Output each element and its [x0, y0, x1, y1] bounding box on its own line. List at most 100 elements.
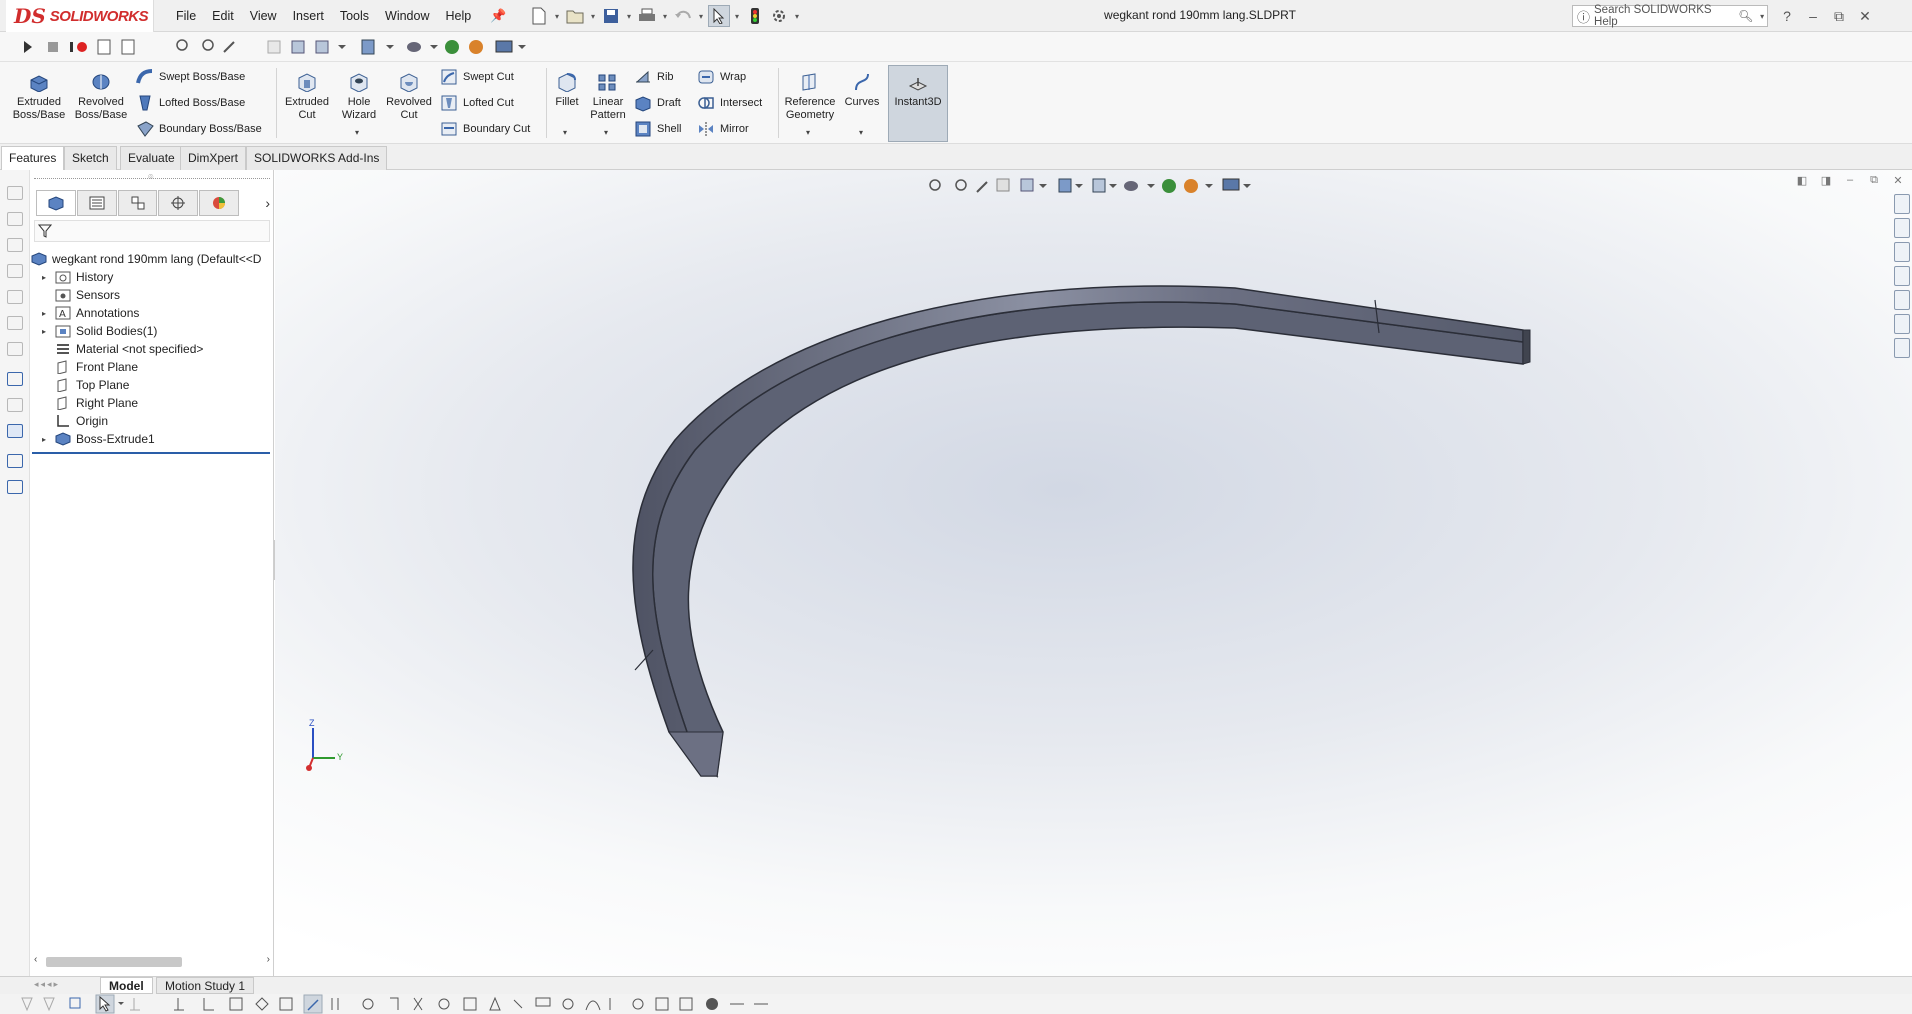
toolbar-icon[interactable]	[7, 316, 23, 330]
sketch-icon[interactable]	[7, 372, 23, 386]
toolbar-icon[interactable]	[535, 997, 551, 1007]
hide-show-items-icon[interactable]	[407, 42, 421, 52]
polygon-icon[interactable]	[255, 997, 269, 1011]
mirror-entities-icon[interactable]	[463, 997, 477, 1011]
chevron-down-icon[interactable]: ▾	[1757, 12, 1767, 21]
rectangle-icon[interactable]	[229, 997, 243, 1011]
feature-tree-scrollbar[interactable]: ‹ ›	[34, 954, 270, 970]
edit-appearance-icon[interactable]	[445, 40, 459, 54]
chevron-down-icon[interactable]: ▾	[696, 12, 706, 21]
toolbar-icon[interactable]	[489, 996, 501, 1011]
stop-macro-icon[interactable]	[48, 42, 58, 52]
toolbar-icon[interactable]	[706, 998, 718, 1010]
trim-icon[interactable]	[390, 997, 399, 1010]
toolbar-icon[interactable]	[632, 998, 644, 1010]
print-icon[interactable]	[636, 5, 658, 27]
graphics-area[interactable]: ◧ ◨ – ⧉ ✕ Z Y	[275, 170, 1912, 976]
expand-arrow-icon[interactable]: ▸	[38, 435, 50, 444]
help-button[interactable]: ?	[1778, 8, 1796, 24]
wrap-button[interactable]: Wrap	[697, 66, 746, 88]
menu-window[interactable]: Window	[377, 9, 437, 23]
options-gear-icon[interactable]	[768, 5, 790, 27]
chevron-down-icon[interactable]: ▾	[355, 128, 359, 137]
revolved-cut-button[interactable]: Revolved Cut	[380, 68, 438, 121]
chevron-down-icon[interactable]: ▾	[552, 12, 562, 21]
mirror-button[interactable]: Mirror	[697, 118, 749, 140]
featuremanager-tree-tab-icon[interactable]	[36, 190, 76, 216]
linear-pattern-button[interactable]: Linear Pattern	[578, 68, 638, 121]
expand-arrow-icon[interactable]: ▸	[38, 309, 50, 318]
boundary-cut-button[interactable]: Boundary Cut	[440, 118, 530, 140]
search-input[interactable]: Search SOLIDWORKS Help	[1594, 4, 1734, 28]
chevron-down-icon[interactable]: ▾	[624, 12, 634, 21]
menu-edit[interactable]: Edit	[204, 9, 242, 23]
new-macro-icon[interactable]	[97, 39, 111, 55]
record-macro-icon[interactable]	[77, 42, 87, 52]
intersect-button[interactable]: Intersect	[697, 92, 762, 114]
toolbar-icon[interactable]	[130, 998, 140, 1011]
propertymanager-tab-icon[interactable]	[76, 190, 117, 216]
restore-button[interactable]: ⧉	[1830, 8, 1848, 25]
boundary-boss-button[interactable]: Boundary Boss/Base	[136, 118, 262, 140]
rebuild-traffic-light-icon[interactable]	[744, 5, 766, 27]
tab-scroll-arrows-icon[interactable]: ◂◂◂▸	[34, 979, 60, 990]
chevron-down-icon[interactable]: ▾	[859, 128, 863, 137]
edit-macro-icon[interactable]	[121, 39, 135, 55]
rollback-bar[interactable]	[32, 452, 270, 454]
chevron-down-icon[interactable]: ▾	[604, 128, 608, 137]
toolbar-icon[interactable]	[7, 238, 23, 252]
tab-evaluate[interactable]: Evaluate	[120, 146, 183, 170]
previous-view-icon[interactable]	[223, 41, 235, 53]
save-icon[interactable]	[600, 5, 622, 27]
menu-view[interactable]: View	[242, 9, 285, 23]
scroll-right-icon[interactable]: ›	[267, 954, 270, 965]
swept-boss-button[interactable]: Swept Boss/Base	[136, 66, 245, 88]
close-button[interactable]: ✕	[1856, 8, 1874, 25]
display-icon[interactable]	[7, 424, 23, 438]
tab-features[interactable]: Features	[1, 146, 65, 170]
minimize-button[interactable]: –	[1804, 8, 1822, 24]
chevron-down-icon[interactable]: ▾	[792, 12, 802, 21]
tab-sketch[interactable]: Sketch	[64, 146, 117, 170]
toolbar-icon[interactable]	[655, 997, 669, 1011]
part-icon[interactable]	[7, 454, 23, 468]
chevron-right-icon[interactable]: ›	[240, 190, 270, 216]
draft-button[interactable]: Draft	[634, 92, 681, 114]
smart-dimension-icon[interactable]	[174, 998, 184, 1011]
pin-menu-icon[interactable]: 📌	[490, 8, 506, 23]
reference-geometry-button[interactable]: Reference Geometry	[780, 68, 840, 121]
toolbar-icon[interactable]	[69, 997, 81, 1009]
convert-entities-icon[interactable]	[413, 997, 423, 1011]
solidworks-logo[interactable]: DS SOLIDWORKS	[6, 0, 154, 32]
toolbar-icon[interactable]	[7, 398, 23, 412]
tab-motion-study-1[interactable]: Motion Study 1	[156, 977, 255, 994]
slot-icon[interactable]	[279, 997, 293, 1011]
menu-help[interactable]: Help	[438, 9, 480, 23]
scrollbar-thumb[interactable]	[46, 957, 182, 967]
toolbar-icon[interactable]	[43, 997, 55, 1012]
toolbar-icon[interactable]	[679, 997, 693, 1011]
dynamic-annotation-icon[interactable]	[291, 40, 305, 54]
dimxpertmanager-tab-icon[interactable]	[158, 190, 199, 216]
expand-arrow-icon[interactable]: ▸	[38, 273, 50, 282]
toolbar-icon[interactable]	[7, 186, 23, 200]
shell-button[interactable]: Shell	[634, 118, 681, 140]
chevron-down-icon[interactable]: ▾	[588, 12, 598, 21]
toolbar-icon[interactable]	[7, 212, 23, 226]
zoom-to-fit-icon[interactable]	[176, 39, 188, 51]
assembly-icon[interactable]	[7, 480, 23, 494]
display-style-icon[interactable]	[361, 39, 375, 55]
chevron-down-icon[interactable]: ▾	[806, 128, 810, 137]
menu-tools[interactable]: Tools	[332, 9, 377, 23]
scroll-left-icon[interactable]: ‹	[34, 954, 37, 965]
lofted-boss-button[interactable]: Lofted Boss/Base	[136, 92, 245, 114]
swept-cut-button[interactable]: Swept Cut	[440, 66, 514, 88]
section-view-icon[interactable]	[267, 40, 281, 54]
lofted-cut-button[interactable]: Lofted Cut	[440, 92, 514, 114]
toolbar-icon[interactable]	[562, 998, 574, 1010]
zoom-area-icon[interactable]	[202, 39, 214, 51]
feature-tree-filter[interactable]	[34, 220, 270, 242]
menu-file[interactable]: File	[168, 9, 204, 23]
pause-macro-icon[interactable]	[70, 42, 73, 52]
toolbar-icon[interactable]	[513, 999, 523, 1009]
